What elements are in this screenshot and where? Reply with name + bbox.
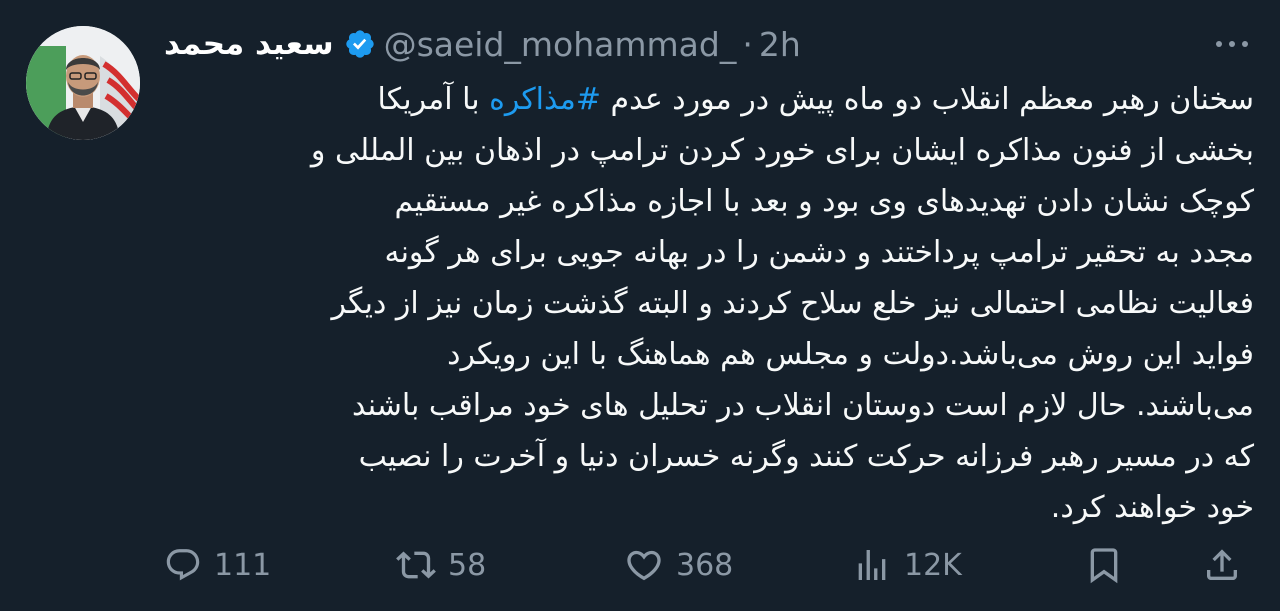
reply-count: 111 <box>214 547 272 583</box>
author-handle[interactable]: @saeid_mohammad_ <box>384 25 737 64</box>
separator-dot: · <box>742 24 753 64</box>
reply-button[interactable]: 111 <box>164 540 271 590</box>
more-icon[interactable] <box>1216 30 1248 58</box>
tweet-line: فعالیت نظامی احتمالی نیز خلع سلاح کردند … <box>331 286 1254 321</box>
action-bar: 111 58 368 12K <box>164 540 1254 590</box>
repost-button[interactable]: 58 <box>396 540 486 590</box>
tweet-line-text: با آمریکا <box>377 82 490 117</box>
tweet-line: مجدد به تحقیر ترامپ پرداختند و دشمن را د… <box>384 235 1255 270</box>
hashtag-link[interactable]: #مذاکره <box>489 82 601 117</box>
avatar[interactable] <box>26 26 140 140</box>
tweet-header: سعید محمد @saeid_mohammad_ · 2h <box>164 22 801 66</box>
avatar-image <box>26 26 140 140</box>
bookmark-icon <box>1090 548 1118 584</box>
more-dot <box>1229 41 1235 47</box>
verified-badge-icon[interactable] <box>344 28 376 60</box>
tweet-line: فواید این روش می‌باشد.دولت و مجلس هم هما… <box>447 337 1254 372</box>
more-dot <box>1216 41 1222 47</box>
views-icon <box>858 550 886 580</box>
tweet-line: کوچک نشان دادن تهدیدهای وی بود و بعد با … <box>394 184 1254 219</box>
tweet-line: که در مسیر رهبر فرزانه حرکت کنند وگرنه خ… <box>358 439 1254 474</box>
share-button[interactable] <box>1202 540 1242 590</box>
tweet-line: خود خواهند کرد. <box>1050 490 1254 525</box>
bookmark-button[interactable] <box>1084 540 1124 590</box>
repost-count: 58 <box>448 547 487 583</box>
repost-icon <box>396 551 436 579</box>
tweet-line-text: سخنان رهبر معظم انقلاب دو ماه پیش در مور… <box>600 82 1255 117</box>
like-button[interactable]: 368 <box>624 540 733 590</box>
tweet-line: می‌باشند. حال لازم است دوستان انقلاب در … <box>351 388 1254 423</box>
views-count: 12K <box>904 547 962 583</box>
tweet-timestamp[interactable]: 2h <box>759 25 801 64</box>
share-icon <box>1207 549 1237 580</box>
tweet-line: سخنان رهبر معظم انقلاب دو ماه پیش در مور… <box>164 74 1254 125</box>
tweet-text: سخنان رهبر معظم انقلاب دو ماه پیش در مور… <box>164 74 1254 533</box>
tweet-card[interactable]: سعید محمد @saeid_mohammad_ · 2h سخنان ره… <box>0 0 1280 611</box>
views-button[interactable]: 12K <box>852 540 962 590</box>
tweet-line: بخشی از فنون مذاکره ایشان برای خورد کردن… <box>310 133 1254 168</box>
heart-icon <box>627 550 661 581</box>
like-count: 368 <box>676 547 734 583</box>
author-display-name[interactable]: سعید محمد <box>164 26 334 62</box>
more-dot <box>1242 41 1248 47</box>
reply-icon <box>166 549 200 581</box>
